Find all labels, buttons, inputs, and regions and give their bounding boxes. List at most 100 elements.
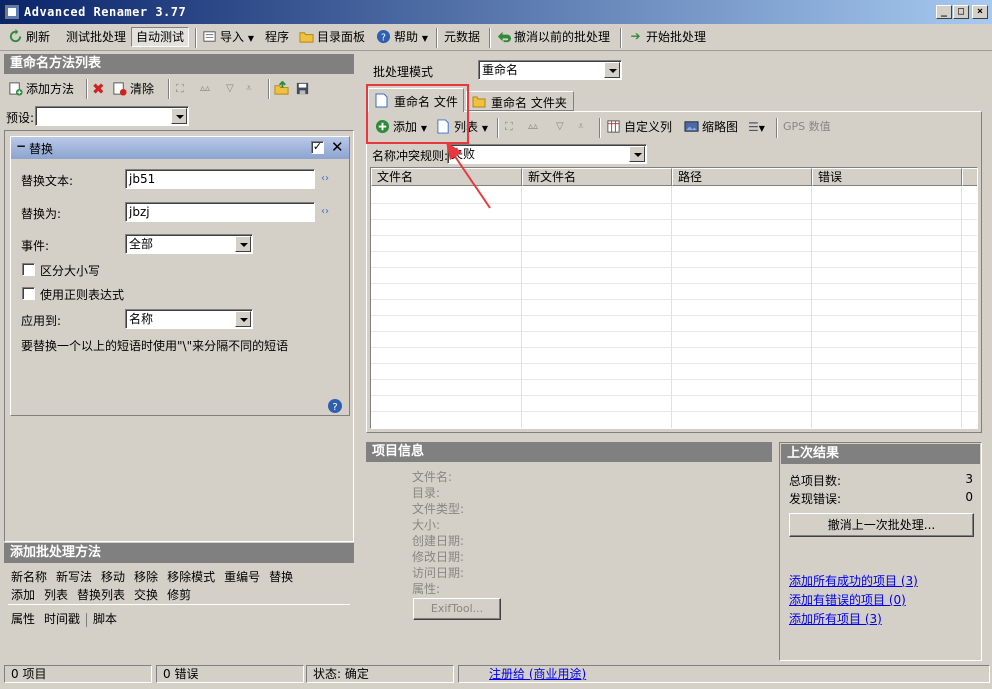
collapse-methods-icon[interactable]: ⛶ bbox=[176, 79, 184, 99]
enable-method-checkbox[interactable]: ✓ bbox=[311, 141, 324, 154]
batch-mode-combo[interactable]: 重命名 bbox=[478, 60, 622, 80]
chevron-down-icon[interactable] bbox=[235, 236, 251, 252]
method-add[interactable]: 添加 bbox=[11, 588, 35, 602]
preset-combo[interactable] bbox=[35, 106, 189, 126]
save-icon bbox=[296, 82, 309, 95]
insert-tag-icon[interactable]: ‹› bbox=[321, 206, 329, 217]
dir-panel-button[interactable]: 目录面板 bbox=[299, 27, 365, 47]
undo-last-batch-button[interactable]: 撤消上一次批处理... bbox=[789, 513, 974, 537]
method-list-replace[interactable]: 替换列表 bbox=[77, 588, 125, 602]
metadata-button[interactable]: 元数据 bbox=[444, 27, 480, 47]
method-attributes[interactable]: 属性 bbox=[11, 612, 35, 626]
total-items-value: 3 bbox=[965, 472, 973, 486]
replace-with-label: 替换为: bbox=[21, 207, 62, 221]
chevron-down-icon[interactable] bbox=[629, 146, 645, 162]
last-result-header: 上次结果 bbox=[781, 444, 980, 464]
collapse-icon[interactable]: − bbox=[16, 139, 26, 153]
apply-to-combo[interactable]: 名称 bbox=[125, 309, 253, 329]
replace-method-header[interactable]: − 替换 ✓ ✕ bbox=[11, 137, 349, 159]
method-list[interactable]: 列表 bbox=[44, 588, 68, 602]
thumbnail-button[interactable]: 缩略图 bbox=[684, 117, 738, 137]
gps-values-button[interactable]: GPS 数值 bbox=[783, 117, 831, 137]
column-header-error[interactable]: 错误 bbox=[812, 168, 962, 186]
register-link[interactable]: 注册给 (商业用途) bbox=[489, 667, 586, 681]
add-method-button[interactable]: 添加方法 bbox=[8, 79, 74, 99]
method-swap[interactable]: 交换 bbox=[134, 588, 158, 602]
replace-text-input[interactable]: jb51 bbox=[125, 169, 315, 189]
chevron-down-icon[interactable] bbox=[171, 108, 187, 124]
replace-with-input[interactable]: jbzj bbox=[125, 202, 315, 222]
toolbar-separator bbox=[620, 28, 622, 48]
delete-method-button[interactable]: ✖ bbox=[92, 79, 105, 99]
method-timestamp[interactable]: 时间戳 bbox=[44, 612, 80, 626]
method-new-name[interactable]: 新名称 bbox=[11, 570, 47, 584]
minimize-button[interactable]: _ bbox=[936, 5, 952, 19]
occurrence-combo[interactable]: 全部 bbox=[125, 234, 253, 254]
program-button[interactable]: 程序 bbox=[265, 27, 289, 47]
move-bottom-icon[interactable]: ⩡ bbox=[578, 117, 584, 137]
column-header-new-filename[interactable]: 新文件名 bbox=[522, 168, 672, 186]
chevron-down-icon[interactable] bbox=[235, 311, 251, 327]
move-down-icon[interactable]: ▽ bbox=[556, 117, 564, 137]
move-down-icon[interactable]: ▽ bbox=[226, 79, 234, 99]
method-trim[interactable]: 修剪 bbox=[167, 588, 191, 602]
custom-columns-label: 自定义列 bbox=[624, 120, 673, 134]
grid-line bbox=[371, 379, 977, 380]
method-replace[interactable]: 替换 bbox=[269, 570, 293, 584]
grid-line bbox=[371, 331, 977, 332]
add-successful-items-link[interactable]: 添加所有成功的项目 (3) bbox=[789, 572, 918, 589]
insert-tag-icon[interactable]: ‹› bbox=[321, 173, 329, 184]
import-menu-button[interactable]: 导入 ▼ bbox=[202, 27, 254, 47]
methods-list: − 替换 ✓ ✕ 替换文本: jb51 ‹› 替换为: jbzj ‹› 事件: … bbox=[4, 130, 354, 542]
add-error-items-link[interactable]: 添加有错误的项目 (0) bbox=[789, 591, 906, 608]
toolbar-separator bbox=[168, 79, 170, 99]
regex-checkbox[interactable] bbox=[22, 287, 35, 300]
help-icon[interactable]: ? bbox=[327, 398, 343, 414]
chevron-down-icon[interactable] bbox=[604, 62, 620, 78]
field-directory-label: 目录: bbox=[412, 486, 441, 500]
test-batch-button[interactable]: 测试批处理 bbox=[66, 27, 126, 47]
method-move[interactable]: 移动 bbox=[101, 570, 125, 584]
refresh-button[interactable]: 刷新 bbox=[8, 27, 50, 47]
method-script[interactable]: 脚本 bbox=[93, 612, 117, 626]
move-arrows-icon[interactable]: ▵▵ bbox=[528, 117, 538, 137]
annotation-arrow-icon bbox=[446, 142, 491, 209]
auto-test-toggle[interactable]: 自动测试 bbox=[131, 27, 190, 47]
undo-previous-batch-button[interactable]: 撤消以前的批处理 bbox=[496, 27, 610, 47]
method-new-case[interactable]: 新写法 bbox=[56, 570, 92, 584]
add-all-items-link[interactable]: 添加所有项目 (3) bbox=[789, 610, 882, 627]
column-header-path[interactable]: 路径 bbox=[672, 168, 812, 186]
metadata-label: 元数据 bbox=[444, 30, 481, 44]
method-remove[interactable]: 移除 bbox=[134, 570, 158, 584]
clear-methods-button[interactable]: 清除 bbox=[112, 79, 154, 99]
move-arrows-icon[interactable]: ▵▵ bbox=[200, 79, 210, 99]
start-batch-button[interactable]: ➔ 开始批处理 bbox=[628, 27, 706, 47]
grid-line bbox=[371, 363, 977, 364]
grid-line bbox=[371, 251, 977, 252]
view-mode-menu-button[interactable]: ☰▼ bbox=[748, 117, 765, 137]
field-accessed-label: 访问日期: bbox=[412, 566, 465, 580]
exiftool-button[interactable]: ExifTool... bbox=[413, 598, 501, 620]
method-remove-pattern[interactable]: 移除模式 bbox=[167, 570, 215, 584]
collapse-icon[interactable]: ⛶ bbox=[505, 117, 513, 137]
batch-methods-row1: 新名称 新写法 移动 移除 移除模式 重编号 替换 bbox=[11, 568, 293, 585]
move-bottom-icon[interactable]: ⩡ bbox=[246, 79, 252, 99]
help-menu-button[interactable]: ? 帮助 ▼ bbox=[376, 27, 428, 47]
close-button[interactable]: × bbox=[972, 5, 988, 19]
toolbar-separator bbox=[497, 118, 499, 138]
auto-test-label: 自动测试 bbox=[136, 30, 185, 44]
load-preset-button[interactable] bbox=[274, 79, 292, 99]
tab-rename-folders[interactable]: 重命名 文件夹 bbox=[466, 91, 574, 111]
folder-icon bbox=[472, 96, 486, 108]
field-created-label: 创建日期: bbox=[412, 534, 465, 548]
apply-to-value: 名称 bbox=[129, 312, 154, 326]
field-size-label: 大小: bbox=[412, 518, 441, 532]
custom-columns-button[interactable]: 自定义列 bbox=[606, 117, 672, 137]
maximize-button[interactable]: □ bbox=[953, 5, 969, 19]
toolbar-separator bbox=[489, 28, 491, 48]
case-sensitive-checkbox[interactable] bbox=[22, 263, 35, 276]
method-renumber[interactable]: 重编号 bbox=[224, 570, 260, 584]
remove-method-icon[interactable]: ✕ bbox=[331, 138, 344, 156]
status-errors: 0 错误 bbox=[156, 665, 304, 683]
save-preset-button[interactable] bbox=[295, 79, 313, 99]
